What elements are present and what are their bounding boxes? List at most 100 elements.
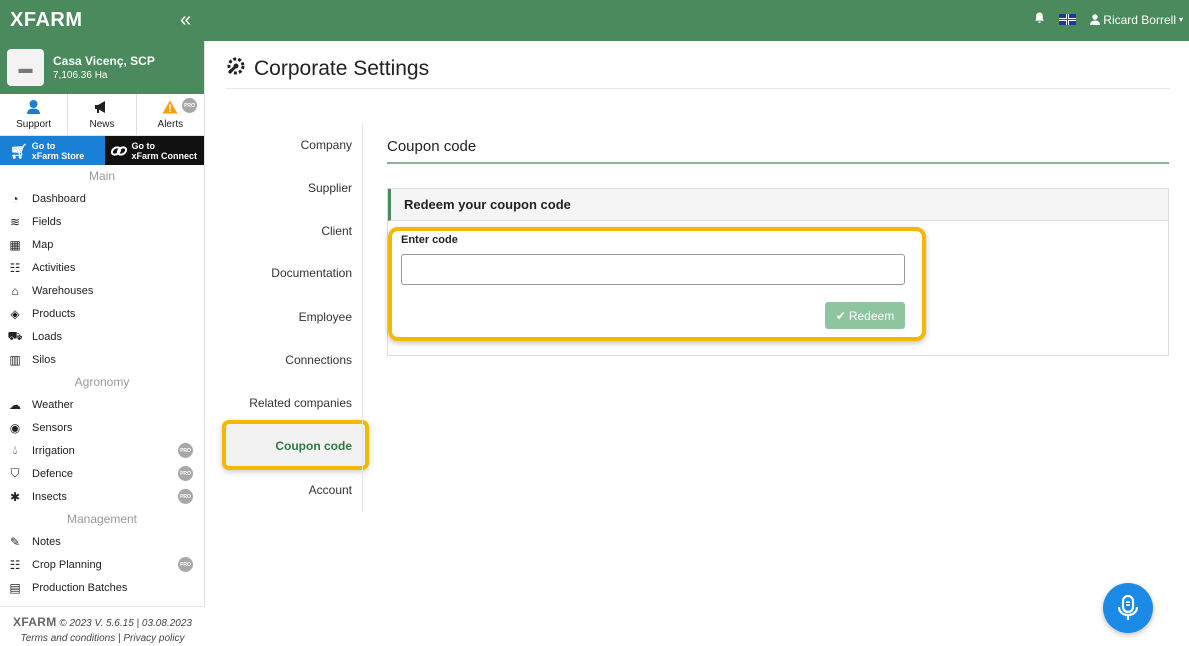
sidebar-footer: XFARM © 2023 V. 5.6.15 | 03.08.2023 Term…: [0, 606, 205, 646]
sidebar-item-irrigation[interactable]: 💧︎ Irrigation PRO: [0, 439, 204, 462]
footer-version: © 2023 V. 5.6.15 | 03.08.2023: [59, 618, 192, 629]
tab-supplier[interactable]: Supplier: [308, 181, 352, 195]
sidebar-item-fields[interactable]: ≋ Fields: [0, 210, 204, 233]
map-icon: ▦: [9, 237, 21, 252]
news-label: News: [89, 118, 115, 130]
user-icon: [1090, 14, 1101, 25]
weather-icon: ☁: [9, 397, 21, 412]
tab-documentation[interactable]: Documentation: [271, 266, 352, 280]
sidebar-item-label: Insects: [32, 490, 67, 503]
xfarm-connect-button[interactable]: Go to xFarm Connect: [104, 136, 204, 165]
sidebar-item-label: Loads: [32, 330, 62, 343]
section-divider: [387, 162, 1169, 164]
shield-icon: ⛉: [10, 466, 20, 480]
tab-coupon-code[interactable]: Coupon code: [275, 439, 352, 453]
tab-related-companies[interactable]: Related companies: [249, 396, 352, 410]
check-icon: ✔: [835, 308, 846, 323]
sidebar-item-loads[interactable]: ⛟ Loads: [0, 325, 204, 348]
redeem-label: Redeem: [848, 308, 895, 323]
sidebar-item-label: Weather: [32, 398, 74, 411]
settings-nav: Company Supplier Client Documentation Em…: [226, 122, 363, 512]
store-line1: Go to: [31, 140, 56, 151]
megaphone-icon: [94, 100, 110, 117]
sidebar-item-defence[interactable]: ⛉ Defence PRO: [0, 462, 204, 485]
alerts-link[interactable]: Alerts PRO: [137, 94, 204, 135]
sidebar-item-sensors[interactable]: ◉ Sensors: [0, 416, 204, 439]
connect-line1: Go to: [131, 140, 156, 151]
pro-badge: PRO: [178, 466, 193, 481]
cart-icon: 🛒︎: [10, 142, 28, 159]
pro-badge: PRO: [178, 489, 193, 504]
title-divider: [226, 88, 1170, 89]
sidebar-item-label: Notes: [32, 535, 61, 548]
user-name: Ricard Borrell: [1103, 12, 1176, 27]
sidebar-item-production-batches[interactable]: ▤ Production Batches: [0, 576, 204, 599]
microphone-icon: [1117, 594, 1139, 620]
sidebar-item-label: Silos: [32, 353, 56, 366]
fields-icon: ≋: [9, 214, 21, 229]
sidebar-item-label: Crop Planning: [32, 558, 102, 571]
sidebar-item-label: Defence: [32, 467, 73, 480]
checklist-icon: ☷: [9, 260, 21, 275]
speedometer-icon: ◔: [11, 191, 19, 206]
support-label: Support: [16, 119, 52, 130]
farm-area: 7,106.36 Ha: [53, 70, 108, 81]
tab-connections[interactable]: Connections: [285, 353, 352, 367]
section-heading: Coupon code: [387, 138, 477, 155]
tab-account[interactable]: Account: [309, 483, 352, 497]
coupon-code-input[interactable]: [401, 254, 905, 285]
wrench-gear-icon: [226, 56, 246, 82]
sidebar-item-label: Activities: [32, 261, 76, 274]
water-drop-icon: 💧︎: [12, 443, 18, 457]
pro-badge: PRO: [178, 557, 193, 572]
xfarm-logo[interactable]: XFARM: [10, 9, 83, 32]
redeem-button[interactable]: ✔ Redeem: [825, 302, 905, 329]
sidebar-item-products[interactable]: ◈ Products: [0, 302, 204, 325]
top-bar: XFARM « Ricard Borrell ▾: [0, 0, 1189, 41]
sidebar-item-warehouses[interactable]: ⌂ Warehouses: [0, 279, 204, 302]
pro-badge: PRO: [178, 443, 193, 458]
silo-icon: ▥: [9, 352, 21, 367]
sidebar-item-label: Sensors: [32, 421, 73, 434]
enter-code-label: Enter code: [401, 234, 458, 246]
support-link[interactable]: Support: [0, 94, 69, 135]
edit-note-icon: ✎: [9, 534, 21, 549]
news-link[interactable]: News: [68, 94, 137, 135]
sidebar-item-crop-planning[interactable]: ☷ Crop Planning PRO: [0, 553, 204, 576]
support-icon: [26, 99, 41, 117]
bell-icon[interactable]: [1034, 12, 1045, 27]
double-chevron-left-icon[interactable]: «: [180, 9, 191, 32]
sidebar-item-dashboard[interactable]: ◔ Dashboard: [0, 187, 204, 210]
box-icon: ◈: [10, 306, 20, 321]
sidebar-item-notes[interactable]: ✎ Notes: [0, 530, 204, 553]
sidebar-item-map[interactable]: ▦ Map: [0, 233, 204, 256]
footer-logo: XFARM: [13, 615, 57, 629]
section-title-main: Main: [88, 169, 115, 183]
warning-icon: [162, 100, 178, 117]
bug-icon: ✱: [9, 489, 21, 504]
sidebar-item-insects[interactable]: ✱ Insects PRO: [0, 485, 204, 508]
sidebar-item-label: Dashboard: [32, 192, 86, 205]
pro-badge: PRO: [181, 98, 197, 113]
planning-icon: ☷: [9, 557, 21, 572]
alerts-label: Alerts: [157, 118, 184, 130]
xfarm-store-button[interactable]: 🛒︎ Go to xFarm Store: [0, 136, 105, 165]
hand-truck-icon: ⛟: [7, 328, 23, 343]
sidebar-item-activities[interactable]: ☷ Activities: [0, 256, 204, 279]
warehouse-icon: ⌂: [11, 283, 19, 298]
page-title: Corporate Settings: [226, 56, 429, 82]
tab-company[interactable]: Company: [301, 138, 352, 152]
page-title-text: Corporate Settings: [254, 57, 430, 80]
uk-flag-icon[interactable]: [1059, 14, 1077, 25]
farm-name: Casa Vicenç, SCP: [53, 54, 155, 68]
footer-links[interactable]: Terms and conditions | Privacy policy: [0, 631, 205, 646]
sidebar-item-label: Map: [32, 238, 54, 251]
tab-client[interactable]: Client: [321, 224, 352, 238]
tab-employee[interactable]: Employee: [299, 310, 352, 324]
voice-assistant-button[interactable]: [1103, 583, 1153, 633]
user-menu[interactable]: Ricard Borrell ▾: [1090, 13, 1183, 27]
sidebar-item-silos[interactable]: ▥ Silos: [0, 348, 204, 371]
sidebar-item-weather[interactable]: ☁ Weather: [0, 393, 204, 416]
section-title-management: Management: [66, 512, 138, 526]
farm-selector[interactable]: ▬ Casa Vicenç, SCP 7,106.36 Ha: [0, 41, 204, 94]
